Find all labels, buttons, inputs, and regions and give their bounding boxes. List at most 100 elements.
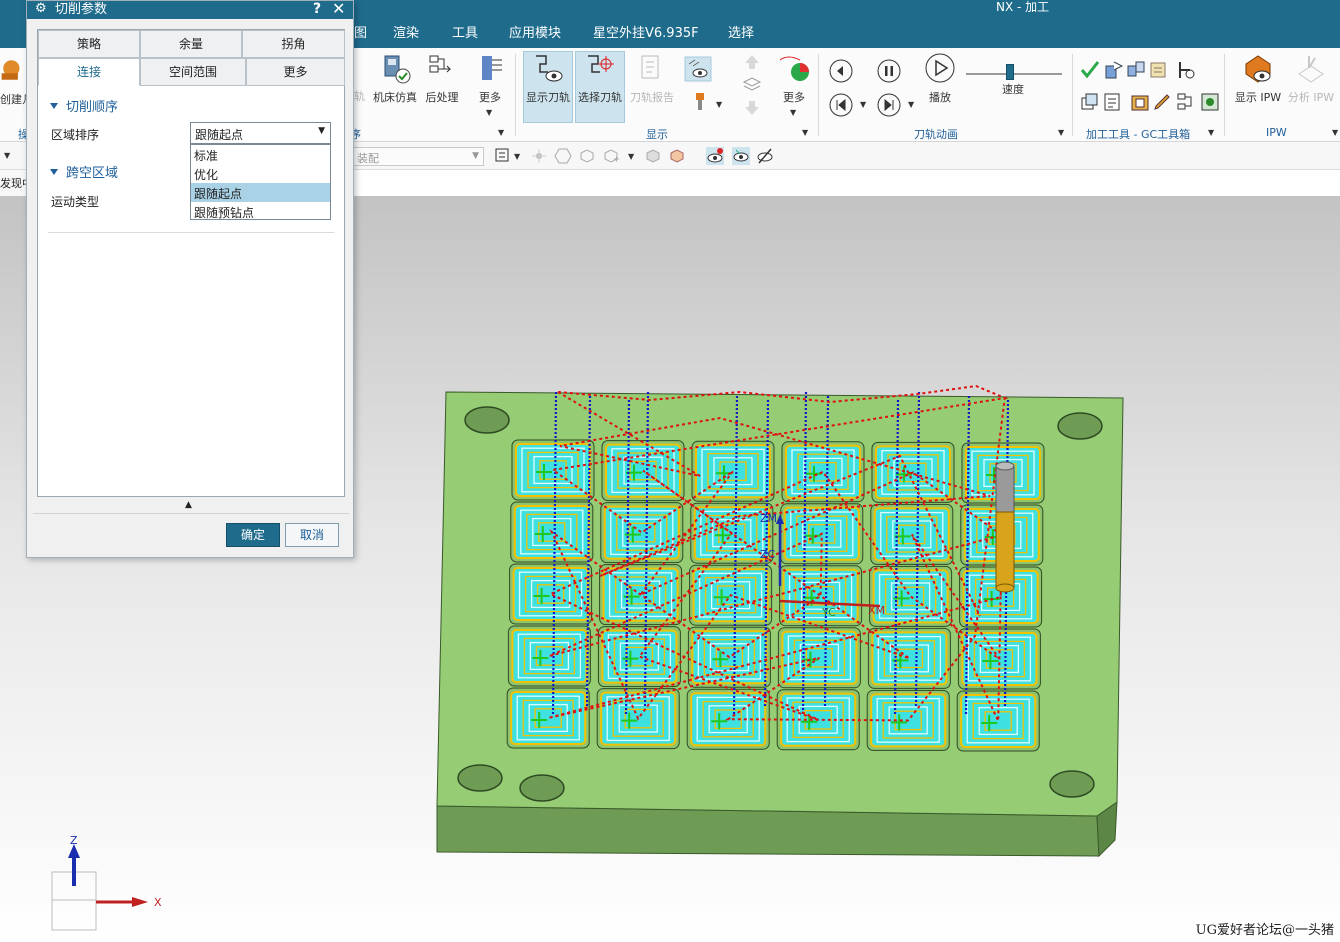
group-label-gc: 加工工具 - GC工具箱 [1086,128,1191,141]
cube-color-icon[interactable] [668,147,686,165]
more-dropdown-icon-1[interactable]: ▼ [486,108,492,117]
step-back-icon[interactable] [828,58,854,84]
gc-flow-icon[interactable] [1176,92,1196,112]
label-yc: YC [821,606,836,619]
tool-drill-icon[interactable] [690,92,710,112]
group-expand-icon-4[interactable]: ▼ [1208,128,1214,137]
show-toolpath-label: 显示刀轨 [526,91,570,104]
gc-pencil-icon[interactable] [1152,92,1172,112]
tab-corners[interactable]: 拐角 [242,30,345,58]
pocket [867,627,951,689]
more-dropdown-icon-2[interactable]: ▼ [790,108,796,117]
tab-stock[interactable]: 余量 [140,30,242,58]
speed-slider-thumb[interactable] [1006,64,1014,80]
show-toolpath-button[interactable]: 显示刀轨 [523,51,573,123]
help-icon[interactable]: ? [313,1,321,17]
collapse-up-icon[interactable]: ▲ [185,500,192,510]
tab-connections[interactable]: 连接 [38,58,140,86]
gc-tool-icon[interactable] [1176,60,1196,80]
postprocess-button[interactable]: 后处理 [420,52,464,104]
more-label-2: 更多 [783,91,805,104]
assembly-filter-select[interactable]: 装配 ▼ [352,147,484,166]
select-toolpath-button[interactable]: 选择刀轨 [575,51,625,123]
move-up-icon[interactable] [742,52,762,72]
option-follow-predrill-points[interactable]: 跟随预钻点 [191,202,330,221]
toolpath-report-button[interactable]: 刀轨报告 [627,52,677,104]
create-geometry-icon [1,60,20,80]
play-label: 播放 [929,91,951,104]
cancel-button[interactable]: 取消 [285,523,339,547]
forward-dropdown-icon[interactable]: ▼ [908,100,914,109]
hexagon-icon[interactable] [554,147,572,165]
machine-sim-button[interactable]: 机床仿真 [370,52,420,104]
gear-icon: ⚙ [35,1,47,16]
gc-report-icon[interactable] [1148,60,1168,80]
more-button-1[interactable]: 更多 [470,52,510,104]
section-transfer[interactable]: 跨空区域 [50,162,118,181]
option-follow-start-points[interactable]: 跟随起点 [191,183,330,202]
cube-gray-icon[interactable] [644,147,662,165]
menu-tools[interactable]: 工具 [452,26,478,42]
tab-more[interactable]: 更多 [246,58,345,86]
menu-application[interactable]: 应用模块 [509,26,561,42]
group-expand-icon-2[interactable]: ▼ [802,128,808,137]
region-sequencing-select[interactable]: 跟随起点 ▼ [190,122,331,144]
more-button-2[interactable]: 更多 [774,52,814,104]
move-dropdown-icon[interactable]: ▼ [628,152,634,161]
region-sequencing-options: 标准 优化 跟随起点 跟随预钻点 [190,144,331,220]
show-hide-eye-icon[interactable] [732,147,750,165]
play-button[interactable]: 播放 [920,52,960,104]
hide-eye-icon[interactable] [756,147,774,165]
gc-check-icon[interactable] [1080,60,1100,80]
dialog-footer-divider [33,513,349,514]
group-separator [515,54,516,136]
rewind-dropdown-icon[interactable]: ▼ [860,100,866,109]
menu-view[interactable]: 图 [354,26,367,42]
show-ipw-button[interactable]: 显示 IPW [1232,52,1284,104]
group-label-ipw: IPW [1266,126,1287,139]
analyze-ipw-button[interactable]: 分析 IPW [1286,52,1336,104]
pause-icon[interactable] [876,58,902,84]
filter-icon[interactable] [494,147,512,165]
option-standard[interactable]: 标准 [191,145,330,164]
more-label-1: 更多 [479,91,501,104]
mounting-hole [1057,412,1103,440]
body-select-icon[interactable] [578,147,596,165]
create-geometry-button[interactable]: 创建几 [0,54,33,106]
dialog-title: 切削参数 [55,2,108,17]
gc-sheet-icon[interactable] [1102,92,1122,112]
toolbar-left-dropdown-icon[interactable]: ▼ [4,151,10,160]
view-triad: Z X [51,834,162,931]
gc-block-icon[interactable] [1130,92,1150,112]
dialog-title-bar[interactable]: ⚙ 切削参数 ? ✕ [27,0,353,19]
layers-icon[interactable] [742,75,762,95]
tab-strategy[interactable]: 策略 [38,30,140,58]
filter-dropdown-icon[interactable]: ▼ [514,152,520,161]
tool-dropdown-icon[interactable]: ▼ [716,100,722,109]
gc-stack-icon[interactable] [1104,60,1124,80]
group-expand-icon-1[interactable]: ▼ [498,128,504,137]
select-toolpath-label: 选择刀轨 [578,91,622,104]
snap-point-icon[interactable] [530,147,548,165]
rewind-icon[interactable] [828,92,854,118]
gc-scan-icon[interactable] [1200,92,1220,112]
menu-select[interactable]: 选择 [728,26,754,42]
tab-containment[interactable]: 空间范围 [140,58,246,86]
option-optimize[interactable]: 优化 [191,164,330,183]
speed-slider[interactable] [966,64,1062,80]
menu-xingkong-plugin[interactable]: 星空外挂V6.935F [593,26,699,42]
close-icon[interactable]: ✕ [332,0,345,18]
show-ipw-eye-icon[interactable] [684,56,712,82]
menu-render[interactable]: 渲染 [393,26,419,42]
motion-type-label: 运动类型 [51,195,100,209]
group-expand-icon-5[interactable]: ▼ [1332,128,1338,137]
forward-icon[interactable] [876,92,902,118]
gc-boxes-icon[interactable] [1126,60,1146,80]
group-expand-icon-3[interactable]: ▼ [1058,128,1064,137]
gc-copy-icon[interactable] [1080,92,1100,112]
ok-button[interactable]: 确定 [226,523,280,547]
move-select-icon[interactable] [602,147,620,165]
show-wcs-icon[interactable] [706,147,724,165]
move-down-icon[interactable] [742,98,762,118]
section-cut-order[interactable]: 切削顺序 [50,96,118,115]
